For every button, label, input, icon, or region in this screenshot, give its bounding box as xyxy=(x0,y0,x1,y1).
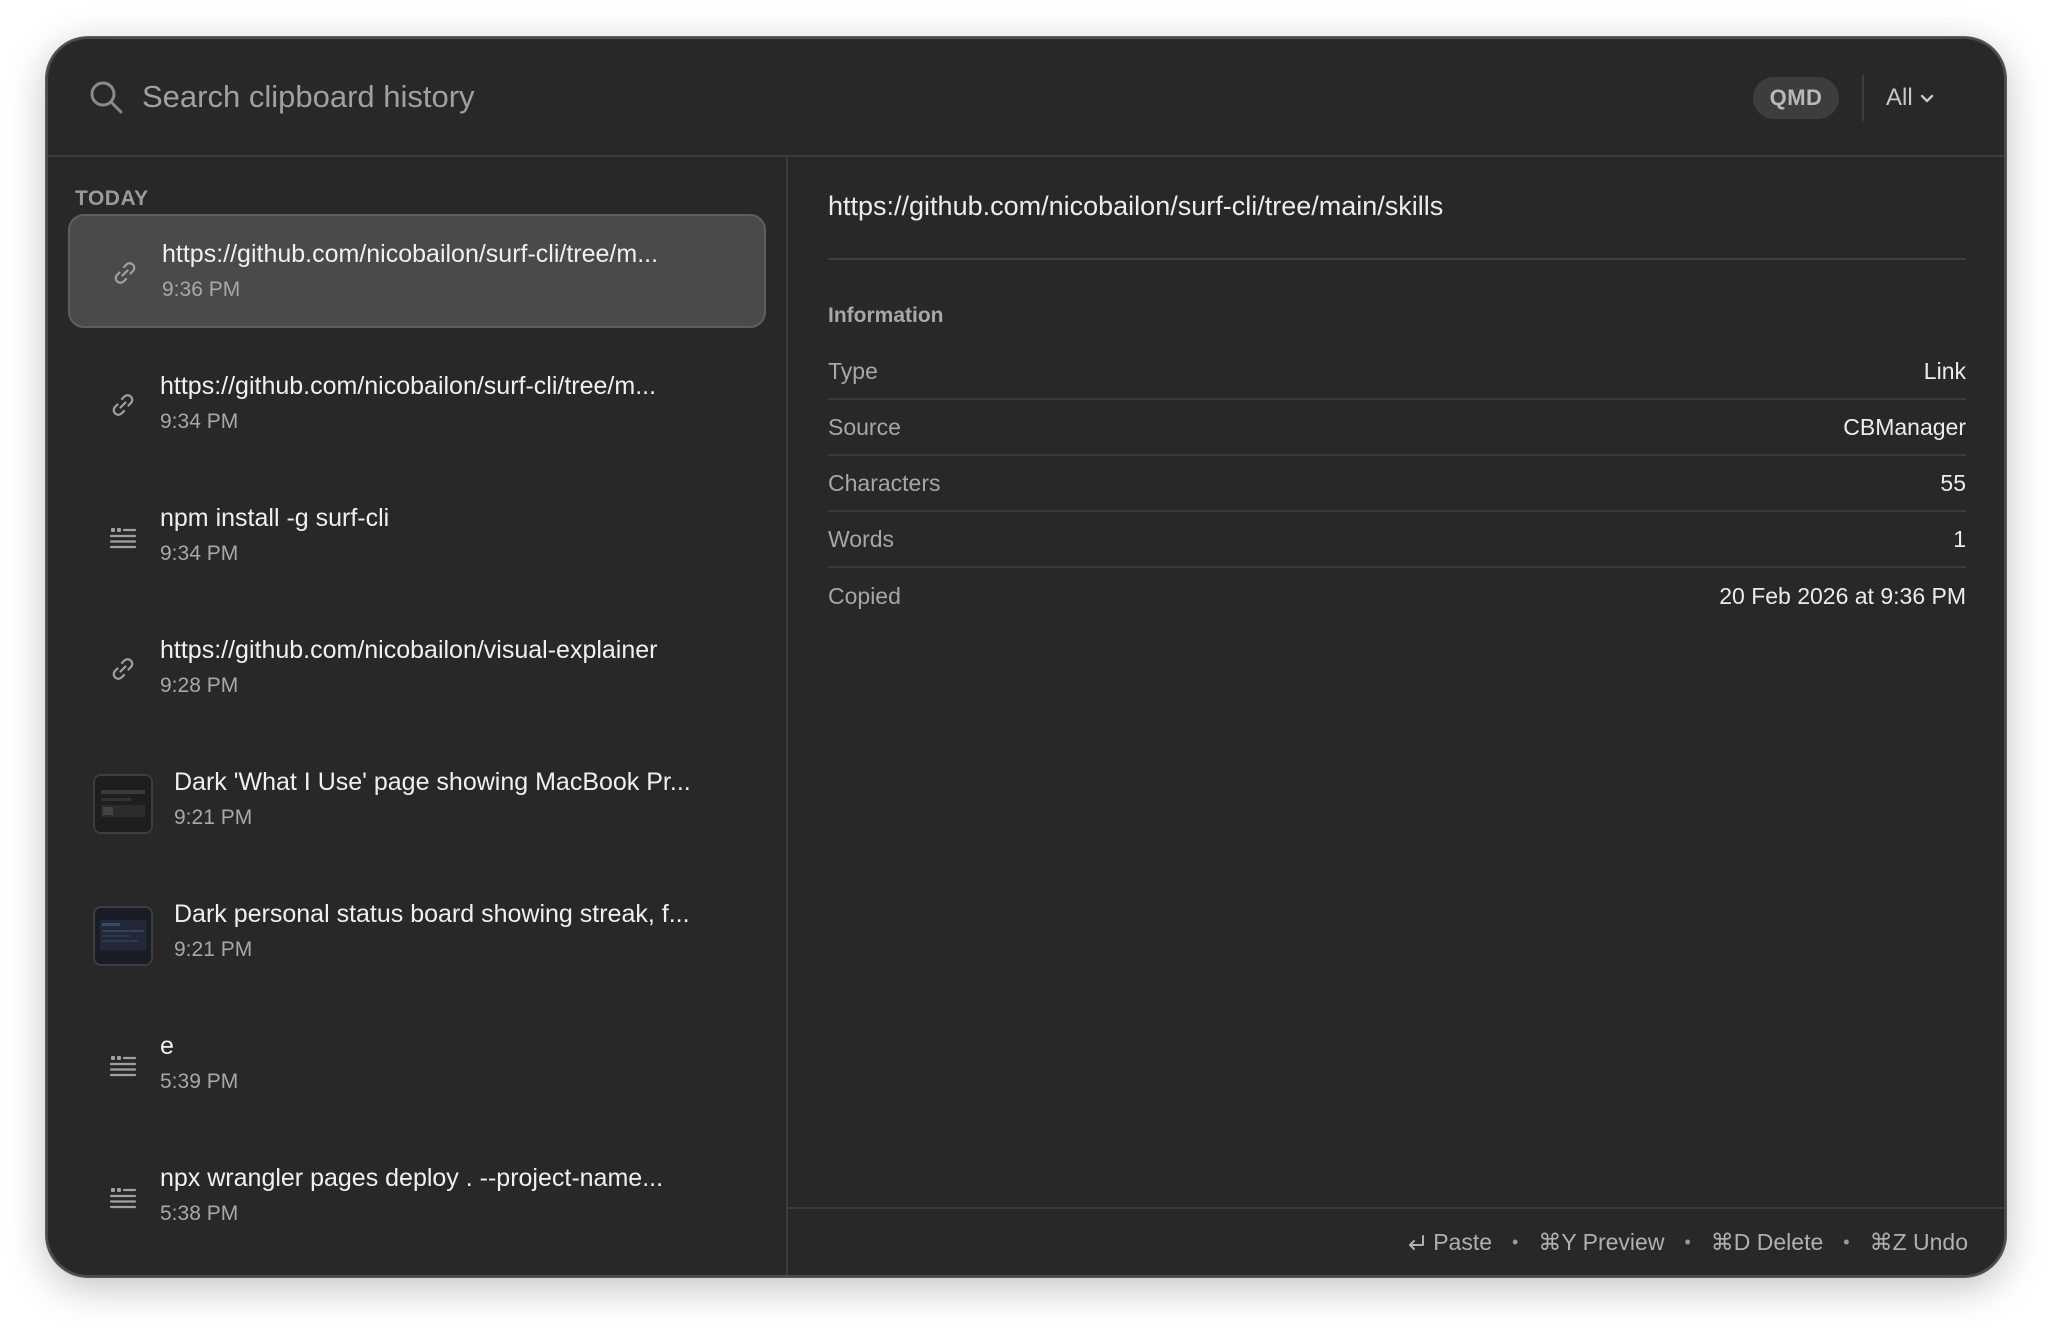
list-item[interactable]: https://github.com/nicobailon/visual-exp… xyxy=(68,612,766,726)
list-item[interactable]: Dark personal status board showing strea… xyxy=(68,876,766,990)
info-value: 20 Feb 2026 at 9:36 PM xyxy=(1719,582,1966,609)
list-item[interactable]: npm install -g surf-cli 9:34 PM xyxy=(68,480,766,594)
info-heading: Information xyxy=(828,304,944,327)
filter-dropdown[interactable]: All xyxy=(1886,77,1935,119)
info-key: Type xyxy=(828,357,878,384)
info-value: CBManager xyxy=(1843,413,1966,440)
clipboard-window: QMD All TODAY https://github.com/nicobai… xyxy=(46,37,2006,1277)
detail-pane: https://github.com/nicobailon/surf-cli/t… xyxy=(788,157,2004,1275)
link-icon xyxy=(114,262,136,284)
list-item[interactable]: https://github.com/nicobailon/surf-cli/t… xyxy=(68,348,766,462)
list-item[interactable]: Dark 'What I Use' page showing MacBook P… xyxy=(68,744,766,858)
item-time: 9:34 PM xyxy=(160,542,239,565)
item-time: 9:21 PM xyxy=(174,938,253,961)
item-title: e xyxy=(160,1032,174,1060)
info-key: Copied xyxy=(828,582,901,609)
footer-separator: • xyxy=(1512,1232,1519,1252)
item-title: https://github.com/nicobailon/surf-cli/t… xyxy=(160,372,657,400)
preview-action[interactable]: ⌘Y Preview xyxy=(1538,1229,1664,1256)
info-key: Source xyxy=(828,413,901,440)
paste-action[interactable]: Paste xyxy=(1405,1229,1492,1256)
info-row-words: Words 1 xyxy=(828,512,1966,568)
image-thumbnail xyxy=(93,774,153,834)
search-icon xyxy=(90,81,123,114)
action-footer: Paste • ⌘Y Preview • ⌘D Delete • ⌘Z Undo xyxy=(788,1207,2004,1275)
return-icon xyxy=(1409,1234,1425,1250)
item-time: 9:21 PM xyxy=(174,806,253,829)
search-divider xyxy=(1862,75,1864,121)
list-item[interactable]: npx wrangler pages deploy . --project-na… xyxy=(68,1140,766,1254)
item-time: 9:28 PM xyxy=(160,674,239,697)
filter-label: All xyxy=(1886,84,1913,111)
item-title: https://github.com/nicobailon/surf-cli/t… xyxy=(162,240,659,268)
item-title: npx wrangler pages deploy . --project-na… xyxy=(160,1164,664,1192)
item-title: Dark personal status board showing strea… xyxy=(174,900,690,928)
detail-content: https://github.com/nicobailon/surf-cli/t… xyxy=(828,191,1444,221)
info-value: Link xyxy=(1923,357,1966,384)
search-bar: QMD All xyxy=(48,39,2004,157)
link-icon xyxy=(112,394,134,416)
info-row-copied: Copied 20 Feb 2026 at 9:36 PM xyxy=(828,568,1966,624)
chevron-down-icon xyxy=(1920,94,1933,103)
history-list: TODAY https://github.com/nicobailon/surf… xyxy=(48,157,788,1275)
footer-actions: Paste • ⌘Y Preview • ⌘D Delete • ⌘Z Undo xyxy=(1405,1229,1968,1256)
image-thumbnail xyxy=(93,906,153,966)
info-row-characters: Characters 55 xyxy=(828,456,1966,512)
footer-separator: • xyxy=(1684,1232,1691,1252)
info-value: 1 xyxy=(1953,525,1966,552)
info-row-type: Type Link xyxy=(828,344,1966,400)
item-time: 5:39 PM xyxy=(160,1070,239,1093)
info-key: Words xyxy=(828,525,895,552)
delete-action[interactable]: ⌘D Delete xyxy=(1711,1229,1823,1256)
paste-label: Paste xyxy=(1433,1229,1493,1255)
qmd-badge[interactable]: QMD xyxy=(1753,77,1839,119)
info-row-source: Source CBManager xyxy=(828,400,1966,456)
undo-action[interactable]: ⌘Z Undo xyxy=(1870,1229,1968,1256)
item-title: https://github.com/nicobailon/visual-exp… xyxy=(160,636,658,664)
item-title: Dark 'What I Use' page showing MacBook P… xyxy=(174,768,691,796)
info-value: 55 xyxy=(1940,469,1966,496)
detail-divider xyxy=(828,258,1966,260)
item-title: npm install -g surf-cli xyxy=(160,504,390,532)
item-time: 9:36 PM xyxy=(162,278,241,301)
text-quote-icon xyxy=(109,1056,137,1077)
item-time: 9:34 PM xyxy=(160,410,239,433)
item-time: 5:38 PM xyxy=(160,1202,239,1225)
link-icon xyxy=(112,658,134,680)
text-quote-icon xyxy=(109,1188,137,1209)
search-input[interactable] xyxy=(140,69,1240,125)
footer-separator: • xyxy=(1843,1232,1850,1252)
text-quote-icon xyxy=(109,528,137,549)
info-key: Characters xyxy=(828,469,941,496)
section-header-today: TODAY xyxy=(75,187,149,210)
list-item[interactable]: e 5:39 PM xyxy=(68,1008,766,1122)
list-item[interactable]: https://github.com/nicobailon/surf-cli/t… xyxy=(68,214,766,328)
